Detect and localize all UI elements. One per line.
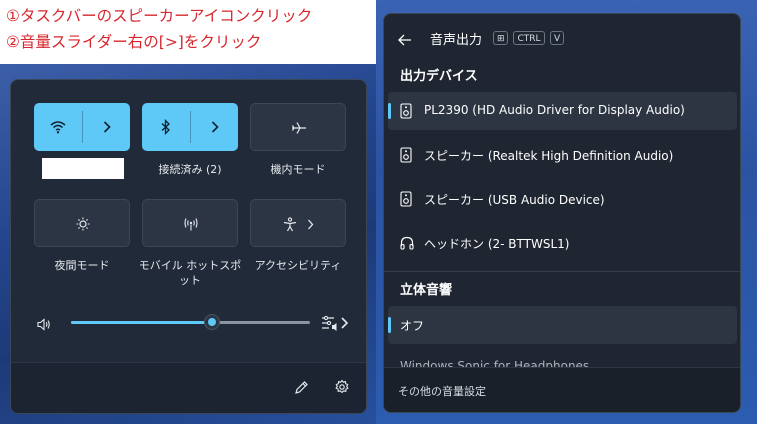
sound-output-panel: 音声出力 ⊞ CTRL V 出力デバイス PL2390 (HD Audio Dr… (383, 13, 741, 413)
airplane-mode-label: 機内モード (270, 163, 326, 176)
windows-key-icon: ⊞ (493, 31, 508, 45)
output-device-item[interactable]: スピーカー (Realtek High Definition Audio) (388, 136, 737, 174)
night-light-tile[interactable] (34, 199, 130, 247)
output-device-name: スピーカー (USB Audio Device) (424, 193, 605, 207)
spatial-sound-heading: 立体音響 (400, 283, 453, 298)
output-device-name: PL2390 (HD Audio Driver for Display Audi… (424, 103, 685, 117)
v-key: V (550, 31, 564, 45)
airplane-mode-tile[interactable] (250, 103, 346, 151)
wifi-expand-chevron-icon[interactable] (83, 103, 130, 151)
accessibility-tile[interactable] (250, 199, 346, 247)
accessibility-chevron-icon[interactable] (301, 200, 319, 248)
output-device-item[interactable]: スピーカー (USB Audio Device) (388, 180, 737, 218)
selected-indicator (388, 317, 391, 333)
wifi-icon[interactable] (34, 103, 82, 151)
hotspot-icon (143, 200, 239, 248)
volume-slider-fill (71, 321, 212, 324)
accessibility-icon (279, 200, 301, 248)
spatial-option-off[interactable]: オフ (388, 306, 737, 344)
instruction-step-1: ①タスクバーのスピーカーアイコンクリック (6, 7, 313, 25)
brightness-icon (35, 200, 131, 248)
selected-indicator (388, 103, 391, 119)
speaker-device-icon (400, 191, 412, 211)
night-light-label: 夜間モード (54, 259, 110, 272)
section-divider (384, 271, 740, 272)
pencil-icon[interactable] (294, 380, 309, 399)
airplane-icon (251, 104, 347, 152)
headphones-icon (400, 235, 414, 254)
quick-settings-footer (11, 362, 366, 413)
mobile-hotspot-label: モバイル ホットスポット (138, 259, 242, 287)
back-arrow-icon[interactable] (398, 31, 412, 50)
speaker-device-icon (400, 103, 412, 123)
volume-slider-thumb[interactable] (204, 314, 220, 330)
bluetooth-tile[interactable] (142, 103, 238, 151)
ctrl-key: CTRL (513, 31, 545, 45)
output-device-item[interactable]: PL2390 (HD Audio Driver for Display Audi… (388, 92, 737, 130)
mobile-hotspot-tile[interactable] (142, 199, 238, 247)
accessibility-label: アクセシビリティ (254, 259, 342, 272)
wifi-tile[interactable] (34, 103, 130, 151)
bluetooth-icon[interactable] (142, 103, 190, 151)
bluetooth-expand-chevron-icon[interactable] (191, 103, 238, 151)
output-devices-heading: 出力デバイス (400, 69, 478, 84)
output-device-name: ヘッドホン (2- BTTWSL1) (424, 237, 570, 251)
more-volume-settings-link[interactable]: その他の音量設定 (398, 383, 486, 399)
output-device-name: スピーカー (Realtek High Definition Audio) (424, 149, 674, 163)
output-device-item[interactable]: ヘッドホン (2- BTTWSL1) (388, 224, 737, 262)
speaker-device-icon (400, 147, 412, 167)
sound-output-title: 音声出力 (430, 33, 483, 48)
quick-settings-panel: 接続済み (2) 機内モード 夜間モード モバイル ホットスポット アクセシビリ… (10, 79, 367, 414)
gear-icon[interactable] (334, 379, 350, 399)
spatial-option-label: オフ (400, 319, 425, 333)
wifi-network-name-redacted (42, 158, 124, 179)
sound-output-footer: その他の音量設定 (384, 367, 740, 412)
audio-output-select-icon[interactable] (321, 314, 351, 336)
bluetooth-tile-label: 接続済み (2) (158, 163, 222, 176)
instruction-step-2: ②音量スライダー右の[>]をクリック (6, 33, 262, 51)
speaker-icon[interactable] (37, 316, 51, 335)
volume-slider[interactable] (71, 314, 310, 330)
